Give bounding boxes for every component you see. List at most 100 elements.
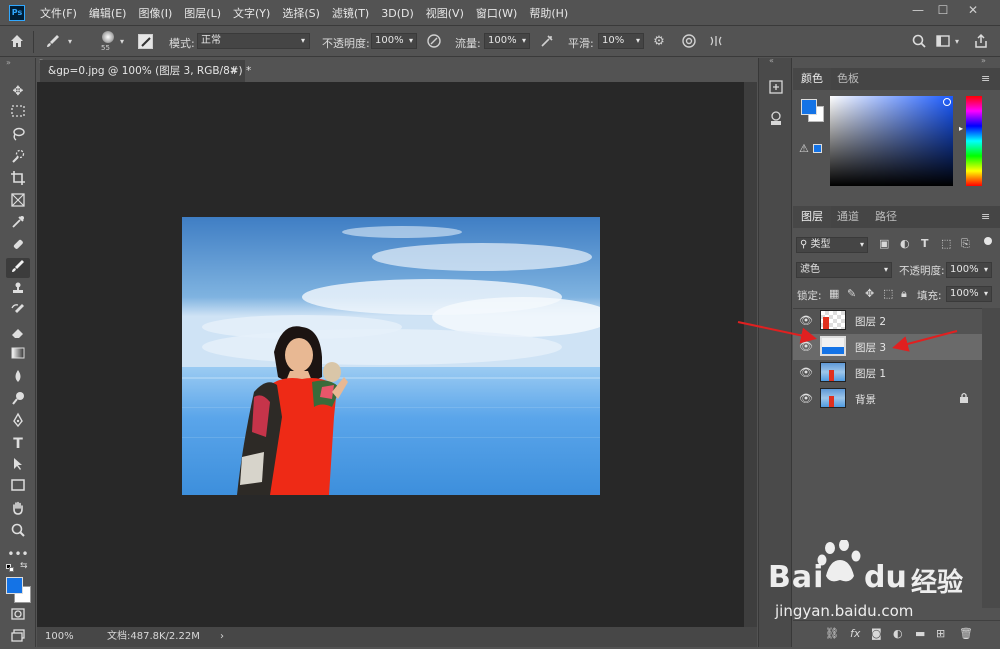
hand-tool-icon[interactable] (6, 500, 30, 520)
visibility-eye-icon[interactable]: 👁︎ (799, 392, 813, 406)
menu-select[interactable]: 选择(S) (282, 5, 320, 21)
filter-smart-object-icon[interactable]: ⎘ (961, 237, 970, 251)
lock-all-icon[interactable]: 🔒︎ (901, 287, 907, 301)
document-image[interactable] (182, 217, 600, 495)
home-icon[interactable] (8, 33, 26, 51)
hue-slider-marker-icon[interactable]: ▸ (959, 124, 963, 133)
properties-panel-icon[interactable] (767, 110, 785, 128)
close-window-button[interactable]: ✕ (962, 1, 984, 19)
lasso-tool-icon[interactable] (6, 126, 30, 146)
frame-tool-icon[interactable] (6, 192, 30, 212)
share-icon[interactable] (972, 33, 990, 51)
folder-icon[interactable]: ▬ (915, 627, 925, 640)
chevron-down-icon[interactable]: ▾ (955, 37, 959, 46)
type-tool-icon[interactable]: T (6, 434, 30, 454)
zoom-tool-icon[interactable] (6, 522, 30, 542)
gradient-tool-icon[interactable] (6, 346, 30, 366)
menu-image[interactable]: 图像(I) (138, 5, 172, 21)
foreground-color-swatch[interactable] (6, 577, 23, 594)
close-tab-icon[interactable]: × (230, 60, 238, 82)
rectangle-tool-icon[interactable] (6, 478, 30, 498)
menu-file[interactable]: 文件(F) (40, 5, 77, 21)
layer-filter-select[interactable]: ⚲ 类型 ▾ (796, 237, 868, 253)
history-brush-tool-icon[interactable] (6, 302, 30, 322)
tab-channels[interactable]: 通道 (829, 206, 867, 228)
layer-row[interactable]: 👁︎ 图层 1 (793, 360, 982, 386)
hue-slider[interactable] (966, 96, 982, 186)
canvas-area[interactable] (37, 82, 744, 627)
layer-row[interactable]: 👁︎ 图层 2 (793, 308, 982, 334)
menu-type[interactable]: 文字(Y) (233, 5, 270, 21)
mode-select[interactable]: 正常 ▾ (197, 33, 310, 49)
filter-shape-icon[interactable]: ⬚ (941, 237, 951, 250)
menu-3d[interactable]: 3D(D) (381, 7, 414, 20)
visibility-eye-icon[interactable]: 👁︎ (799, 314, 813, 328)
clone-stamp-tool-icon[interactable] (6, 280, 30, 300)
web-safe-swatch[interactable] (813, 144, 822, 153)
tab-paths[interactable]: 路径 (867, 206, 905, 228)
opacity-input[interactable]: 100% ▾ (371, 33, 417, 49)
crop-tool-icon[interactable] (6, 170, 30, 190)
color-picker-field[interactable] (830, 96, 953, 186)
fill-input[interactable]: 100% ▾ (946, 286, 992, 302)
filter-type-icon[interactable]: T (921, 237, 929, 250)
link-icon[interactable]: ⛓︎ (825, 627, 839, 640)
out-of-gamut-warning-icon[interactable]: ⚠ (799, 142, 809, 155)
document-tab[interactable]: &gp=0.jpg @ 100% (图层 3, RGB/8#) * × (40, 60, 251, 82)
lock-transparent-icon[interactable]: ▦ (829, 287, 839, 300)
search-icon[interactable] (910, 33, 928, 51)
flow-input[interactable]: 100% ▾ (484, 33, 530, 49)
filter-toggle-icon[interactable] (984, 237, 992, 245)
fx-icon[interactable]: fx (850, 627, 860, 640)
pressure-opacity-icon[interactable] (425, 33, 443, 51)
screen-mode-icon[interactable] (6, 628, 30, 648)
filter-adjustment-icon[interactable]: ◐ (900, 237, 910, 250)
maximize-button[interactable]: ☐ (932, 1, 954, 19)
quick-mask-icon[interactable] (6, 607, 30, 627)
visibility-eye-icon[interactable]: 👁︎ (799, 340, 813, 354)
blend-mode-select[interactable]: 滤色 ▾ (796, 262, 892, 278)
blur-tool-icon[interactable] (6, 368, 30, 388)
collapse-arrows-icon[interactable]: » (6, 58, 11, 67)
path-selection-tool-icon[interactable] (6, 456, 30, 476)
eraser-tool-icon[interactable] (6, 324, 30, 344)
trash-icon[interactable]: 🗑︎ (959, 627, 973, 640)
smoothing-input[interactable]: 10% ▾ (598, 33, 644, 49)
lock-artboard-icon[interactable]: ⬚ (883, 287, 893, 300)
swap-colors-icon[interactable]: ⇆ (20, 561, 28, 571)
gear-icon[interactable]: ⚙ (650, 33, 668, 51)
tab-color[interactable]: 颜色 (793, 68, 831, 90)
menu-help[interactable]: 帮助(H) (529, 5, 568, 21)
layers-scrollbar[interactable] (982, 308, 1000, 608)
move-tool-icon[interactable]: ✥ (6, 82, 30, 102)
eyedropper-tool-icon[interactable] (6, 214, 30, 234)
layer-row-selected[interactable]: 👁︎ 图层 3 (793, 334, 982, 360)
mask-icon[interactable]: ◙ (871, 627, 882, 640)
menu-layer[interactable]: 图层(L) (184, 5, 221, 21)
lock-image-icon[interactable]: ✎ (847, 287, 856, 300)
filter-pixel-icon[interactable]: ▣ (879, 237, 889, 250)
menu-view[interactable]: 视图(V) (426, 5, 464, 21)
layer-opacity-input[interactable]: 100% ▾ (946, 262, 992, 278)
panel-menu-icon[interactable]: ≡ (981, 72, 990, 85)
lock-position-icon[interactable]: ✥ (865, 287, 874, 300)
collapse-arrows-icon[interactable]: « (769, 56, 774, 65)
panel-menu-icon[interactable]: ≡ (981, 210, 990, 223)
quick-selection-tool-icon[interactable] (6, 148, 30, 168)
status-menu-arrow[interactable]: › (220, 627, 224, 647)
vertical-scrollbar[interactable] (744, 82, 757, 627)
airbrush-icon[interactable] (538, 33, 556, 51)
healing-brush-tool-icon[interactable] (6, 236, 30, 256)
menu-window[interactable]: 窗口(W) (476, 5, 517, 21)
zoom-level[interactable]: 100% (45, 627, 74, 647)
brush-preset-picker[interactable]: 55 (98, 31, 118, 53)
menu-filter[interactable]: 滤镜(T) (332, 5, 369, 21)
default-colors-icon[interactable] (6, 564, 14, 572)
panel-foreground-swatch[interactable] (801, 99, 817, 115)
visibility-eye-icon[interactable]: 👁︎ (799, 366, 813, 380)
dodge-tool-icon[interactable] (6, 390, 30, 410)
brush-panel-toggle-icon[interactable] (138, 34, 153, 49)
chevron-down-icon[interactable]: ▾ (68, 37, 72, 46)
tab-layers[interactable]: 图层 (793, 206, 831, 228)
menu-edit[interactable]: 编辑(E) (89, 5, 127, 21)
